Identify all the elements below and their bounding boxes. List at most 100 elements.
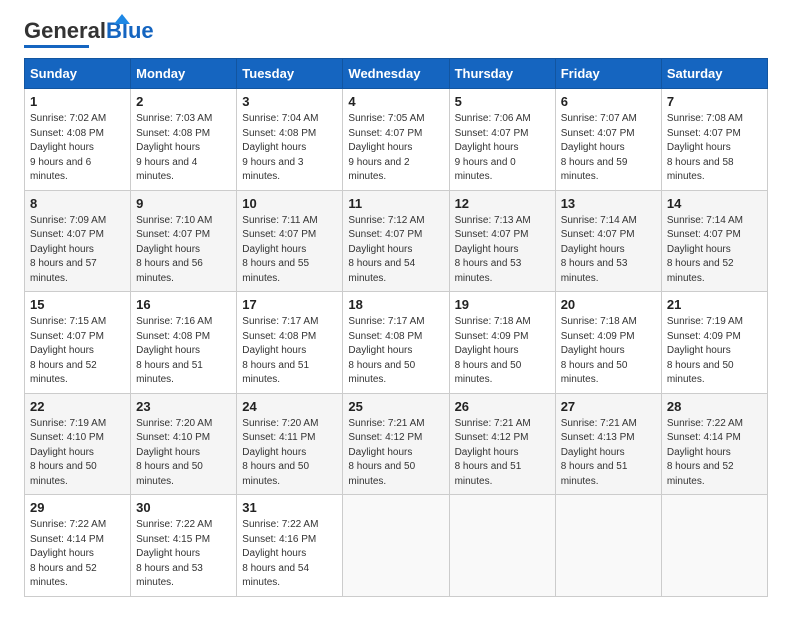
daylight-label: Daylight hours [561, 345, 625, 356]
cell-info: Sunrise: 7:02 AM Sunset: 4:08 PM Dayligh… [30, 112, 125, 185]
daylight-label: Daylight hours [348, 447, 412, 458]
day-number: 12 [455, 196, 550, 211]
sunrise-label: Sunrise: 7:17 AM [242, 316, 318, 327]
calendar-cell: 30 Sunrise: 7:22 AM Sunset: 4:15 PM Dayl… [131, 495, 237, 597]
calendar-cell: 26 Sunrise: 7:21 AM Sunset: 4:12 PM Dayl… [449, 393, 555, 495]
cell-info: Sunrise: 7:11 AM Sunset: 4:07 PM Dayligh… [242, 214, 337, 287]
calendar-cell: 8 Sunrise: 7:09 AM Sunset: 4:07 PM Dayli… [25, 190, 131, 292]
daylight-label: Daylight hours [242, 345, 306, 356]
daylight-label: Daylight hours [242, 142, 306, 153]
sunset-label: Sunset: 4:15 PM [136, 534, 210, 545]
daylight-label: Daylight hours [667, 447, 731, 458]
sunset-label: Sunset: 4:07 PM [348, 229, 422, 240]
calendar-cell: 16 Sunrise: 7:16 AM Sunset: 4:08 PM Dayl… [131, 292, 237, 394]
calendar-cell [661, 495, 767, 597]
header-cell-friday: Friday [555, 59, 661, 89]
logo-general: GeneralBlue [24, 20, 154, 42]
daylight-value: 8 hours and 59 minutes. [561, 157, 628, 183]
sunrise-label: Sunrise: 7:22 AM [30, 519, 106, 530]
header-cell-sunday: Sunday [25, 59, 131, 89]
cell-info: Sunrise: 7:17 AM Sunset: 4:08 PM Dayligh… [348, 315, 443, 388]
cell-info: Sunrise: 7:21 AM Sunset: 4:13 PM Dayligh… [561, 417, 656, 490]
day-number: 15 [30, 297, 125, 312]
sunrise-label: Sunrise: 7:21 AM [348, 418, 424, 429]
daylight-label: Daylight hours [455, 447, 519, 458]
daylight-value: 8 hours and 53 minutes. [455, 258, 522, 284]
sunrise-label: Sunrise: 7:08 AM [667, 113, 743, 124]
sunrise-label: Sunrise: 7:21 AM [561, 418, 637, 429]
calendar-cell: 9 Sunrise: 7:10 AM Sunset: 4:07 PM Dayli… [131, 190, 237, 292]
sunrise-label: Sunrise: 7:19 AM [667, 316, 743, 327]
sunset-label: Sunset: 4:07 PM [561, 128, 635, 139]
sunrise-label: Sunrise: 7:14 AM [667, 215, 743, 226]
daylight-label: Daylight hours [561, 447, 625, 458]
daylight-value: 8 hours and 52 minutes. [667, 461, 734, 487]
daylight-value: 8 hours and 57 minutes. [30, 258, 97, 284]
daylight-value: 8 hours and 53 minutes. [136, 563, 203, 589]
sunrise-label: Sunrise: 7:03 AM [136, 113, 212, 124]
week-row-4: 22 Sunrise: 7:19 AM Sunset: 4:10 PM Dayl… [25, 393, 768, 495]
day-number: 29 [30, 500, 125, 515]
daylight-value: 8 hours and 50 minutes. [242, 461, 309, 487]
sunset-label: Sunset: 4:08 PM [30, 128, 104, 139]
calendar-cell: 5 Sunrise: 7:06 AM Sunset: 4:07 PM Dayli… [449, 89, 555, 191]
sunrise-label: Sunrise: 7:07 AM [561, 113, 637, 124]
cell-info: Sunrise: 7:22 AM Sunset: 4:14 PM Dayligh… [30, 518, 125, 591]
cell-info: Sunrise: 7:14 AM Sunset: 4:07 PM Dayligh… [667, 214, 762, 287]
daylight-value: 9 hours and 6 minutes. [30, 157, 91, 183]
cell-info: Sunrise: 7:06 AM Sunset: 4:07 PM Dayligh… [455, 112, 550, 185]
daylight-value: 9 hours and 3 minutes. [242, 157, 303, 183]
calendar-cell: 17 Sunrise: 7:17 AM Sunset: 4:08 PM Dayl… [237, 292, 343, 394]
cell-info: Sunrise: 7:09 AM Sunset: 4:07 PM Dayligh… [30, 214, 125, 287]
day-number: 11 [348, 196, 443, 211]
day-number: 18 [348, 297, 443, 312]
daylight-value: 8 hours and 50 minutes. [30, 461, 97, 487]
calendar-cell: 25 Sunrise: 7:21 AM Sunset: 4:12 PM Dayl… [343, 393, 449, 495]
day-number: 25 [348, 399, 443, 414]
header: GeneralBlue [24, 20, 768, 48]
sunrise-label: Sunrise: 7:19 AM [30, 418, 106, 429]
daylight-value: 8 hours and 54 minutes. [348, 258, 415, 284]
day-number: 8 [30, 196, 125, 211]
sunrise-label: Sunrise: 7:20 AM [242, 418, 318, 429]
daylight-value: 8 hours and 58 minutes. [667, 157, 734, 183]
calendar-cell: 13 Sunrise: 7:14 AM Sunset: 4:07 PM Dayl… [555, 190, 661, 292]
daylight-value: 8 hours and 56 minutes. [136, 258, 203, 284]
sunset-label: Sunset: 4:07 PM [242, 229, 316, 240]
header-cell-tuesday: Tuesday [237, 59, 343, 89]
day-number: 16 [136, 297, 231, 312]
day-number: 2 [136, 94, 231, 109]
sunrise-label: Sunrise: 7:09 AM [30, 215, 106, 226]
calendar-cell: 6 Sunrise: 7:07 AM Sunset: 4:07 PM Dayli… [555, 89, 661, 191]
calendar-cell: 4 Sunrise: 7:05 AM Sunset: 4:07 PM Dayli… [343, 89, 449, 191]
daylight-value: 9 hours and 4 minutes. [136, 157, 197, 183]
daylight-value: 8 hours and 52 minutes. [30, 563, 97, 589]
calendar-cell: 27 Sunrise: 7:21 AM Sunset: 4:13 PM Dayl… [555, 393, 661, 495]
sunset-label: Sunset: 4:11 PM [242, 432, 315, 443]
sunset-label: Sunset: 4:12 PM [348, 432, 422, 443]
cell-info: Sunrise: 7:14 AM Sunset: 4:07 PM Dayligh… [561, 214, 656, 287]
sunset-label: Sunset: 4:07 PM [30, 331, 104, 342]
sunset-label: Sunset: 4:16 PM [242, 534, 316, 545]
cell-info: Sunrise: 7:16 AM Sunset: 4:08 PM Dayligh… [136, 315, 231, 388]
sunrise-label: Sunrise: 7:22 AM [667, 418, 743, 429]
cell-info: Sunrise: 7:05 AM Sunset: 4:07 PM Dayligh… [348, 112, 443, 185]
sunset-label: Sunset: 4:09 PM [667, 331, 741, 342]
day-number: 17 [242, 297, 337, 312]
cell-info: Sunrise: 7:12 AM Sunset: 4:07 PM Dayligh… [348, 214, 443, 287]
daylight-value: 9 hours and 2 minutes. [348, 157, 409, 183]
daylight-label: Daylight hours [455, 345, 519, 356]
daylight-label: Daylight hours [30, 244, 94, 255]
sunrise-label: Sunrise: 7:22 AM [136, 519, 212, 530]
cell-info: Sunrise: 7:19 AM Sunset: 4:10 PM Dayligh… [30, 417, 125, 490]
cell-info: Sunrise: 7:21 AM Sunset: 4:12 PM Dayligh… [455, 417, 550, 490]
cell-info: Sunrise: 7:20 AM Sunset: 4:11 PM Dayligh… [242, 417, 337, 490]
daylight-label: Daylight hours [348, 345, 412, 356]
day-number: 22 [30, 399, 125, 414]
sunset-label: Sunset: 4:08 PM [136, 331, 210, 342]
day-number: 24 [242, 399, 337, 414]
calendar-cell: 18 Sunrise: 7:17 AM Sunset: 4:08 PM Dayl… [343, 292, 449, 394]
day-number: 23 [136, 399, 231, 414]
daylight-value: 9 hours and 0 minutes. [455, 157, 516, 183]
daylight-label: Daylight hours [30, 447, 94, 458]
